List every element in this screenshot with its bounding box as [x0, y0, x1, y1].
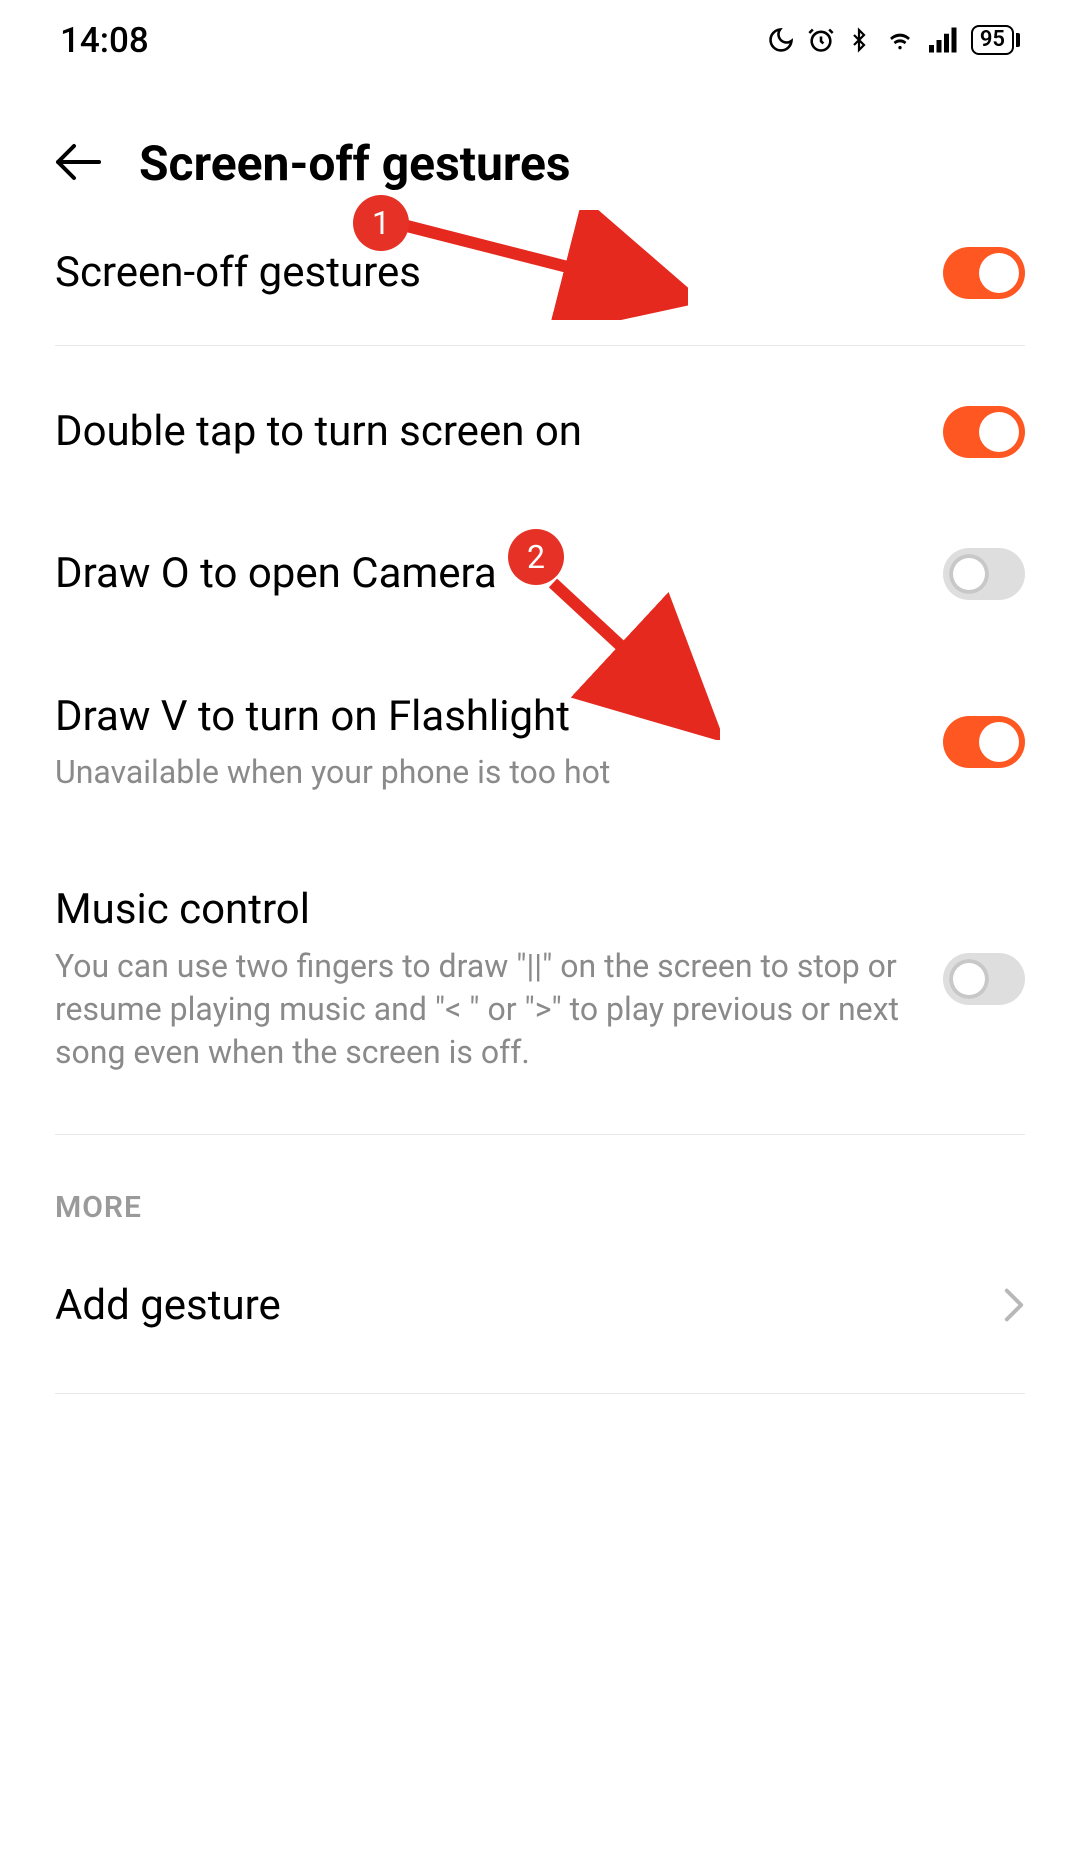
toggle-draw-o[interactable] [943, 548, 1025, 600]
back-button[interactable] [55, 143, 101, 185]
battery-indicator: 95 [971, 25, 1020, 55]
alarm-icon [807, 26, 835, 54]
annotation-badge-2: 2 [508, 529, 564, 585]
toggle-screen-off-gestures[interactable] [943, 247, 1025, 299]
toggle-double-tap[interactable] [943, 406, 1025, 458]
setting-music-control: Music control You can use two fingers to… [55, 839, 1025, 1119]
status-time: 14:08 [60, 20, 149, 61]
toggle-music-control[interactable] [943, 953, 1025, 1005]
setting-label: Double tap to turn screen on [55, 406, 913, 459]
signal-icon [929, 27, 959, 53]
setting-label: Music control [55, 884, 913, 937]
toggle-draw-v[interactable] [943, 716, 1025, 768]
bluetooth-icon [847, 25, 871, 55]
header: Screen-off gestures [0, 70, 1080, 217]
chevron-right-icon [1003, 1287, 1025, 1327]
setting-sublabel: You can use two fingers to draw "||" on … [55, 945, 913, 1075]
moon-icon [767, 26, 795, 54]
setting-label: Draw O to open Camera [55, 548, 913, 601]
divider [55, 1393, 1025, 1394]
setting-sublabel: Unavailable when your phone is too hot [55, 751, 913, 794]
page-title: Screen-off gestures [139, 135, 571, 192]
wifi-icon [883, 26, 917, 54]
arrow-left-icon [55, 143, 101, 181]
annotation-arrow-1 [398, 210, 688, 320]
annotation-arrow-2 [545, 575, 720, 740]
divider [55, 345, 1025, 346]
status-bar: 14:08 95 [0, 0, 1080, 70]
setting-double-tap: Double tap to turn screen on [55, 361, 1025, 504]
divider [55, 1134, 1025, 1135]
setting-draw-v: Draw V to turn on Flashlight Unavailable… [55, 646, 1025, 840]
annotation-badge-1: 1 [353, 195, 409, 251]
setting-label: Draw V to turn on Flashlight [55, 691, 913, 744]
add-gesture-label: Add gesture [55, 1280, 281, 1333]
section-label-more: MORE [55, 1150, 1025, 1235]
status-icons: 95 [767, 25, 1020, 55]
add-gesture-row[interactable]: Add gesture [55, 1235, 1025, 1378]
